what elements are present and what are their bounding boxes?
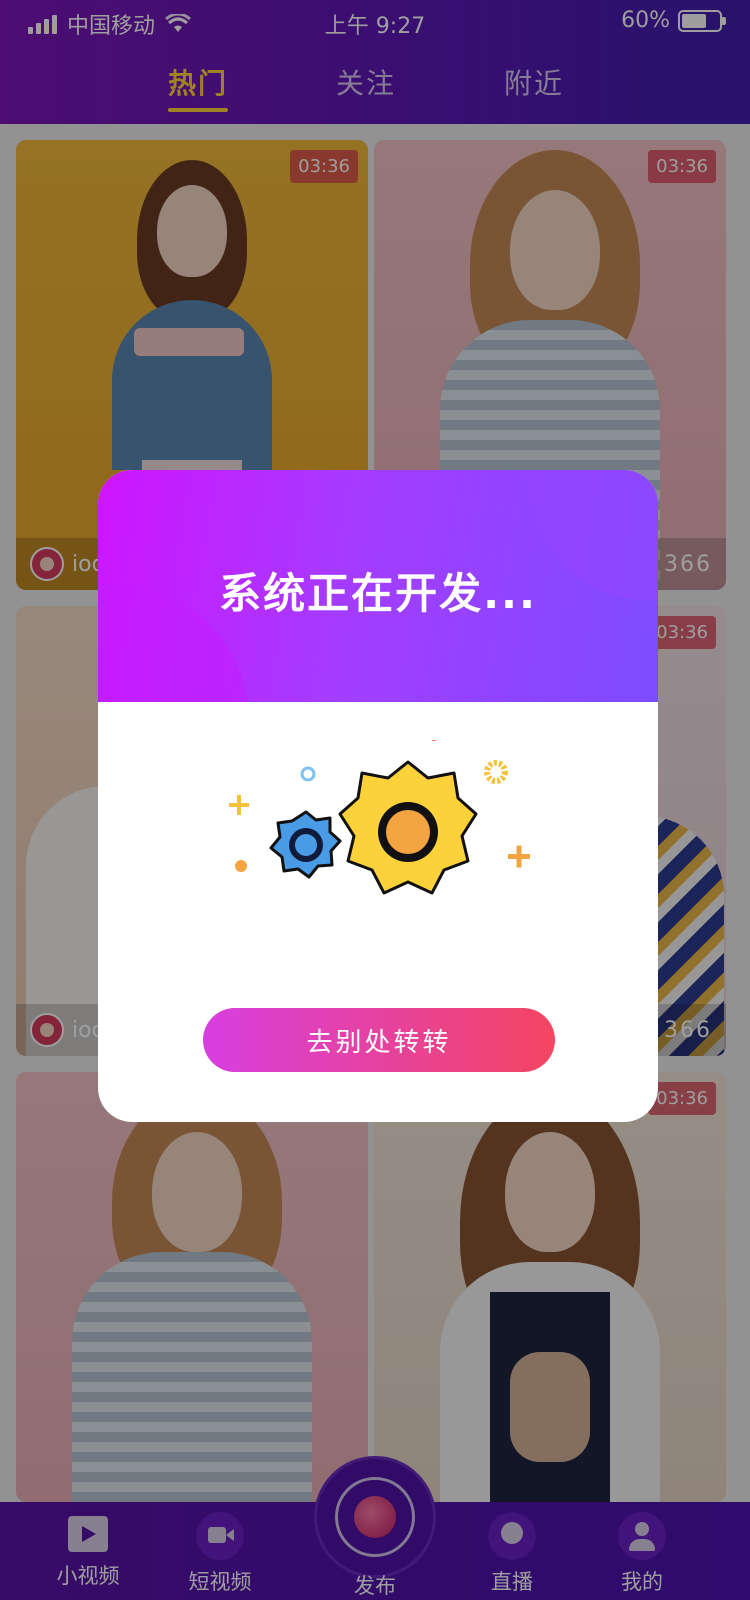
blue-gear-icon: [269, 810, 342, 879]
plus-icon: [229, 795, 249, 815]
go-elsewhere-button[interactable]: 去别处转转: [203, 1008, 555, 1072]
modal-header: 系统正在开发...: [98, 470, 658, 702]
yellow-gear-icon: [338, 760, 478, 895]
modal-title: 系统正在开发...: [219, 569, 537, 618]
plus-icon: [508, 845, 530, 868]
dev-notice-modal: 系统正在开发... 去别处转转: [98, 470, 658, 1122]
gears-illustration: [229, 740, 530, 895]
